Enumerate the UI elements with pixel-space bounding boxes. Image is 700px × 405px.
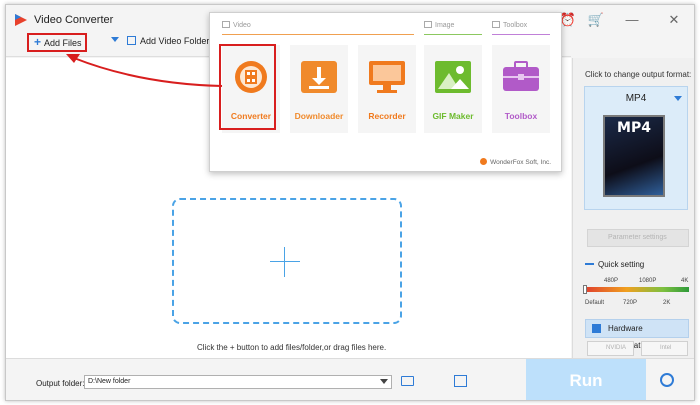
drop-hint: Click the + button to add files/folder,o… — [197, 343, 387, 352]
recorder-tile[interactable]: Recorder — [358, 45, 416, 133]
folder-icon — [127, 36, 136, 45]
toolbox-icon — [492, 21, 500, 28]
checkbox-icon[interactable] — [592, 324, 601, 333]
add-files-button[interactable]: + Add Files — [27, 33, 87, 52]
wonderfox-logo-icon — [480, 158, 488, 165]
minimize-button[interactable]: — — [620, 11, 644, 29]
format-tile-text: MP4 — [617, 120, 651, 136]
scale-label-2k: 2K — [663, 300, 671, 306]
scale-label-default: Default — [585, 300, 605, 306]
brand-text: WonderFox Soft, Inc. — [490, 159, 551, 166]
video-icon — [222, 21, 230, 28]
scale-label-480p: 480P — [604, 278, 619, 284]
brand-footer: WonderFox Soft, Inc. — [480, 158, 551, 166]
chevron-down-icon[interactable] — [674, 96, 682, 101]
hardware-acceleration-toggle[interactable]: Hardware acceleration — [585, 319, 689, 350]
quick-setting-text: Quick setting — [598, 260, 645, 269]
download-icon — [301, 61, 337, 93]
output-folder-input[interactable]: D:\New folder — [84, 375, 392, 389]
toolbox-label: Toolbox — [504, 111, 538, 121]
add-folder-label: Add Video Folder — [140, 36, 210, 46]
cart-icon[interactable]: 🛒 — [584, 11, 608, 29]
gif-maker-tile[interactable]: GIF Maker — [424, 45, 482, 133]
video-category-divider — [222, 34, 414, 35]
parameter-settings-button[interactable]: Parameter settings — [587, 229, 689, 247]
output-folder-label: Output folder: — [36, 379, 85, 388]
recorder-label: Recorder — [368, 111, 406, 121]
category-toolbox: Toolbox — [492, 21, 527, 29]
output-sidebar: Click to change output format: MP4 MP4 P… — [572, 58, 694, 358]
intel-option[interactable]: Intel — [641, 341, 688, 356]
monitor-icon — [369, 61, 405, 93]
category-video: Video — [222, 21, 251, 29]
quality-slider-track[interactable] — [585, 287, 689, 292]
drop-zone[interactable] — [172, 198, 402, 324]
toolbox-tile[interactable]: Toolbox — [492, 45, 550, 133]
bottom-bar: Output folder: D:\New folder Run — [6, 358, 694, 400]
scale-label-1080p: 1080P — [639, 278, 657, 284]
add-files-dropdown-icon[interactable] — [111, 37, 119, 42]
chevron-down-icon[interactable] — [380, 379, 388, 384]
mp4-format-icon: MP4 — [603, 115, 665, 197]
scale-label-4k: 4K — [681, 278, 689, 284]
downloader-tile[interactable]: Downloader — [290, 45, 348, 133]
toolbox-case-icon — [503, 61, 539, 91]
output-format-caption: Click to change output format: — [585, 70, 692, 79]
nvidia-option[interactable]: NVIDIA — [587, 341, 634, 356]
downloader-label: Downloader — [294, 111, 344, 121]
format-name: MP4 — [625, 93, 647, 104]
image-icon — [424, 21, 432, 28]
app-logo-icon — [15, 14, 27, 26]
app-title: Video Converter — [34, 14, 114, 26]
category-image-label: Image — [435, 22, 455, 29]
picture-icon — [435, 61, 471, 93]
export-folder-icon[interactable] — [454, 375, 467, 387]
run-button[interactable]: Run — [526, 359, 646, 400]
image-category-divider — [424, 34, 482, 35]
slider-icon — [585, 263, 594, 265]
toolbox-category-divider — [492, 34, 550, 35]
scale-label-720p: 720P — [623, 300, 638, 306]
add-files-label: Add Files — [44, 38, 82, 48]
category-image: Image — [424, 21, 454, 29]
quality-slider-handle[interactable] — [583, 285, 587, 294]
converter-highlight-box — [219, 44, 276, 130]
gif-maker-label: GIF Maker — [432, 111, 474, 121]
close-button[interactable]: ✕ — [662, 11, 686, 29]
open-folder-icon[interactable] — [401, 376, 414, 386]
output-format-selector[interactable]: MP4 MP4 — [584, 86, 688, 210]
quick-setting-label: Quick setting — [585, 260, 644, 269]
add-plus-icon[interactable] — [270, 261, 300, 262]
plus-icon: + — [34, 35, 42, 49]
category-video-label: Video — [233, 22, 251, 29]
add-video-folder-button[interactable]: Add Video Folder — [127, 36, 209, 46]
add-plus-icon-vertical[interactable] — [284, 247, 285, 277]
output-folder-value: D:\New folder — [88, 378, 131, 385]
category-toolbox-label: Toolbox — [503, 22, 528, 29]
alarm-clock-icon[interactable] — [660, 373, 674, 387]
